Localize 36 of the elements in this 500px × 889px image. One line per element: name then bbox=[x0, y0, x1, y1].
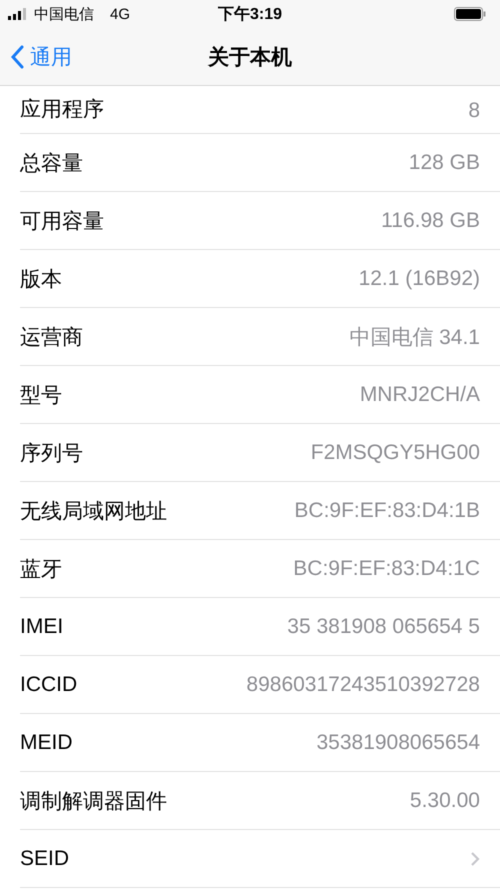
back-button[interactable]: 通用 bbox=[10, 42, 72, 70]
chevron-icon bbox=[470, 850, 480, 866]
carrier-name: 中国电信 bbox=[34, 4, 94, 24]
row-value: 8 bbox=[468, 99, 480, 123]
row-label: ICCID bbox=[20, 672, 78, 696]
row-label: MEID bbox=[20, 730, 74, 754]
row-value: BC:9F:EF:83:D4:1C bbox=[293, 556, 480, 580]
row-value: BC:9F:EF:83:D4:1B bbox=[294, 498, 480, 522]
row-value: 35 381908 065654 5 bbox=[287, 614, 480, 638]
row-label: 型号 bbox=[20, 382, 63, 408]
battery-icon bbox=[454, 7, 486, 21]
page-title: 关于本机 bbox=[208, 44, 292, 70]
row-label: SEID bbox=[20, 846, 70, 870]
row-label: 序列号 bbox=[20, 440, 84, 466]
row-value: 12.1 (16B92) bbox=[358, 266, 480, 290]
back-chevron-icon bbox=[10, 44, 24, 68]
row-label: IMEI bbox=[20, 614, 64, 638]
row-label: 蓝牙 bbox=[20, 556, 63, 582]
row-label: 运营商 bbox=[20, 324, 84, 350]
status-time: 下午3:19 bbox=[218, 4, 282, 24]
row-label: 可用容量 bbox=[20, 208, 105, 234]
row-label: 应用程序 bbox=[20, 97, 105, 123]
row-value: F2MSQGY5HG00 bbox=[310, 440, 480, 464]
row-value: MNRJ2CH/A bbox=[360, 382, 480, 406]
row-label: 总容量 bbox=[20, 150, 84, 176]
row-value: 116.98 GB bbox=[381, 208, 480, 232]
row-value: 89860317243510392728 bbox=[246, 672, 480, 696]
signal-icon bbox=[8, 8, 28, 20]
row-value: 35381908065654 bbox=[316, 730, 480, 754]
row-value: 中国电信 34.1 bbox=[349, 324, 480, 350]
network-type: 4G bbox=[110, 6, 130, 22]
row-label: 调制解调器固件 bbox=[20, 788, 168, 814]
row-value: 128 GB bbox=[408, 150, 480, 174]
row-label: 版本 bbox=[20, 266, 63, 292]
row-label: 无线局域网地址 bbox=[20, 498, 168, 524]
row-value: 5.30.00 bbox=[410, 788, 480, 812]
